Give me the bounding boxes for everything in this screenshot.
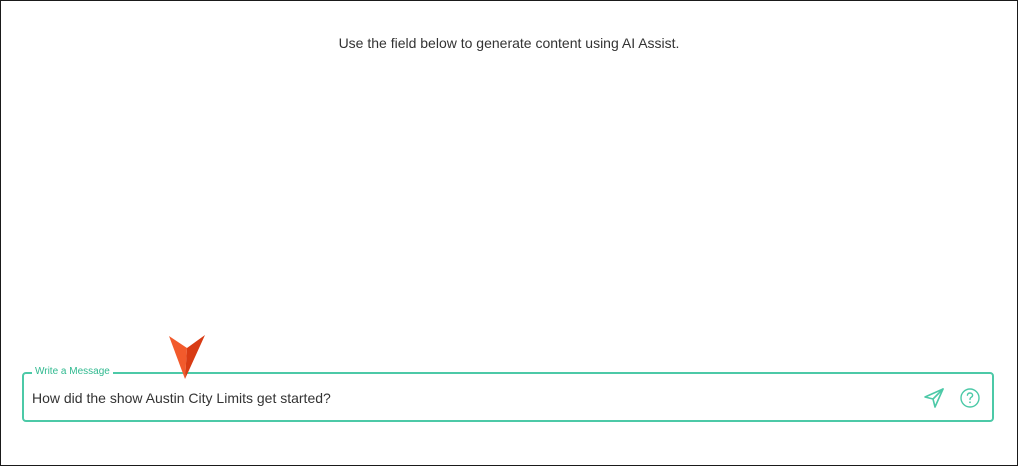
pointer-marker-icon <box>165 332 209 382</box>
ai-assist-panel: Use the field below to generate content … <box>0 0 1018 466</box>
message-field-label: Write a Message <box>32 365 113 379</box>
message-input[interactable] <box>32 388 912 408</box>
send-button[interactable] <box>922 386 946 410</box>
intro-text: Use the field below to generate content … <box>338 35 680 51</box>
help-circle-icon <box>959 388 981 412</box>
help-button[interactable] <box>959 387 981 409</box>
send-icon <box>922 388 946 413</box>
